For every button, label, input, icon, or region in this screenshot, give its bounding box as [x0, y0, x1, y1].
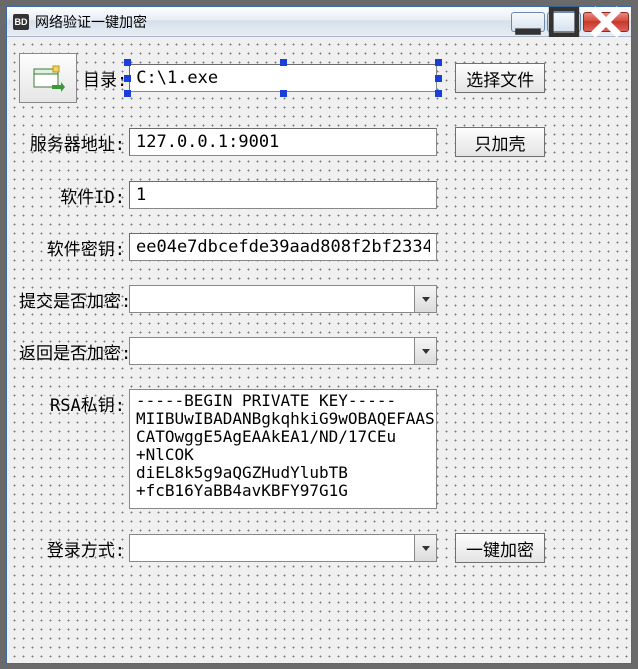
- one-click-encrypt-button[interactable]: 一键加密: [455, 533, 545, 563]
- software-key-label: 软件密钥:: [19, 235, 129, 260]
- software-id-input[interactable]: [129, 181, 437, 209]
- selection-handle[interactable]: [124, 59, 131, 66]
- minimize-button[interactable]: [511, 12, 545, 32]
- return-encrypt-label: 返回是否加密:: [19, 339, 129, 364]
- login-mode-label: 登录方式:: [19, 536, 129, 561]
- directory-label: 目录:: [81, 66, 129, 91]
- submit-encrypt-label: 提交是否加密:: [19, 287, 129, 312]
- selection-handle[interactable]: [124, 90, 131, 97]
- selection-handle[interactable]: [280, 59, 287, 66]
- selection-handle[interactable]: [435, 75, 442, 82]
- chevron-down-icon[interactable]: [414, 286, 436, 312]
- folder-arrow-icon: [31, 63, 65, 93]
- submit-encrypt-combo[interactable]: [129, 285, 437, 313]
- form-surface: 目录: 选择文件 服务器地址: 只加壳: [7, 37, 631, 663]
- login-mode-combo[interactable]: [129, 534, 437, 562]
- selection-handle[interactable]: [280, 90, 287, 97]
- directory-input[interactable]: [129, 64, 437, 92]
- choose-file-button[interactable]: 选择文件: [455, 63, 545, 93]
- server-addr-input[interactable]: [129, 128, 437, 156]
- software-id-label: 软件ID:: [19, 183, 129, 208]
- return-encrypt-combo[interactable]: [129, 337, 437, 365]
- rsa-key-label: RSA私钥:: [19, 389, 129, 416]
- close-button[interactable]: [583, 12, 629, 32]
- submit-encrypt-value: [130, 286, 414, 312]
- app-window: BD 网络验证一键加密: [6, 6, 632, 664]
- maximize-button[interactable]: [547, 12, 581, 32]
- window-title: 网络验证一键加密: [35, 12, 511, 32]
- login-mode-value: [130, 535, 414, 561]
- rsa-key-textarea[interactable]: [129, 389, 437, 509]
- chevron-down-icon[interactable]: [414, 338, 436, 364]
- titlebar: BD 网络验证一键加密: [7, 7, 631, 37]
- return-encrypt-value: [130, 338, 414, 364]
- chevron-down-icon[interactable]: [414, 535, 436, 561]
- open-file-button[interactable]: [19, 53, 77, 103]
- selection-handle[interactable]: [435, 59, 442, 66]
- selection-handle[interactable]: [124, 75, 131, 82]
- server-addr-label: 服务器地址:: [19, 130, 129, 155]
- shell-only-button[interactable]: 只加壳: [455, 127, 545, 157]
- selection-handle[interactable]: [435, 90, 442, 97]
- software-key-input[interactable]: [129, 233, 437, 261]
- app-icon: BD: [13, 14, 29, 30]
